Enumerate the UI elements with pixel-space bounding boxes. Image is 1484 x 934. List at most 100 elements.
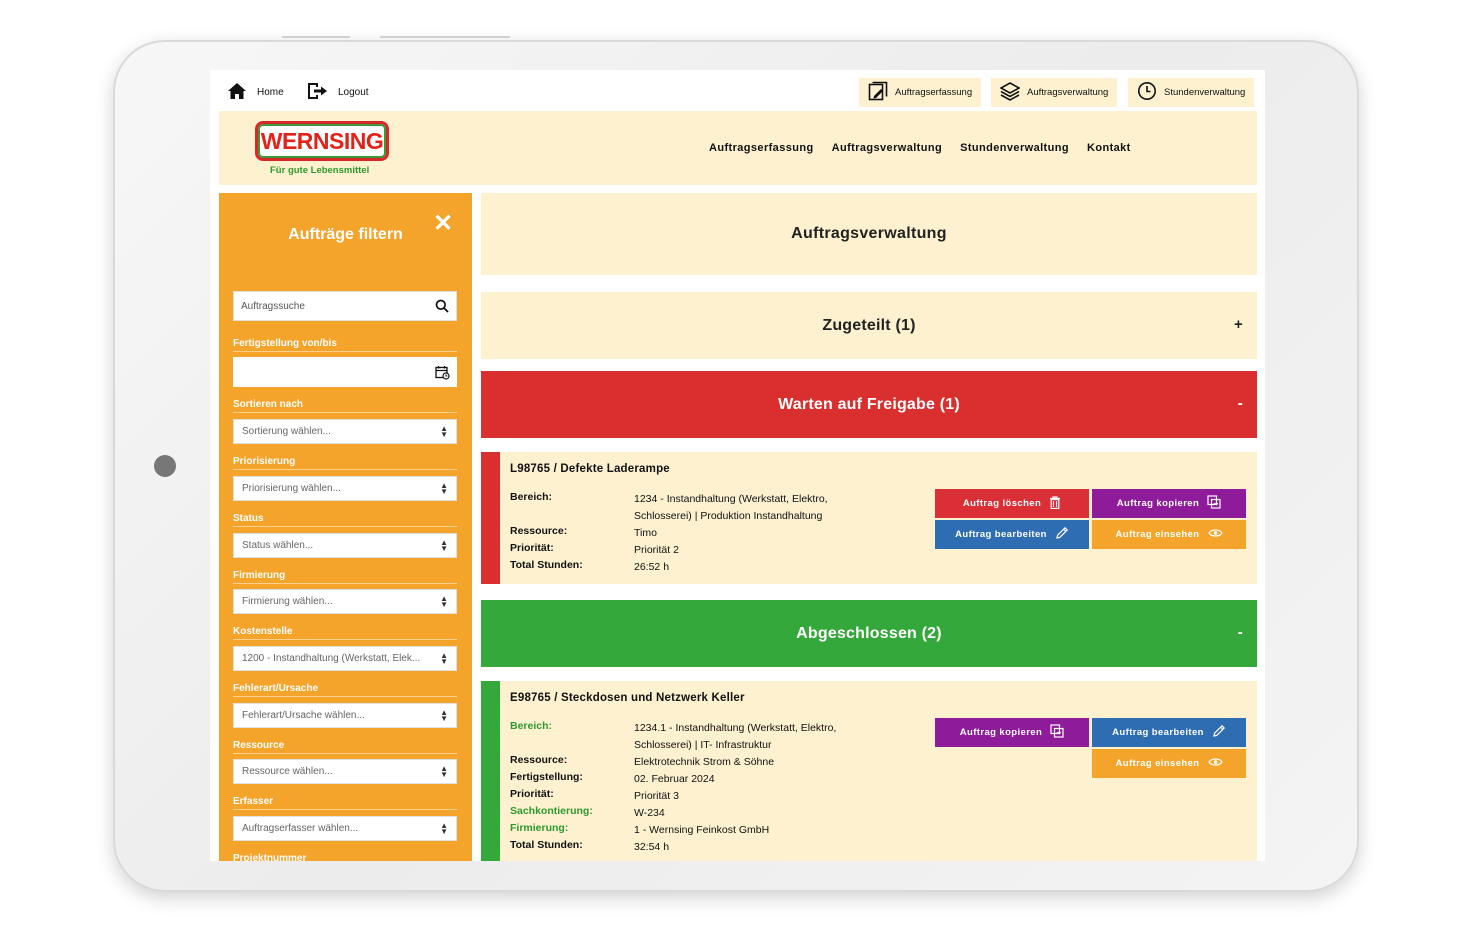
select-arrows-icon: ▲ ▼ [440,708,448,723]
firmierung-select[interactable]: Firmierung wählen... ▲ ▼ [233,589,457,614]
select-arrows-icon: ▲ ▼ [440,821,448,836]
filter-label-firmierung: Firmierung [233,570,457,584]
detail-row: Priorität: Priorität 3 [510,788,864,805]
nav-item-kontakt[interactable]: Kontakt [1087,142,1131,154]
detail-row: Bereich: 1234 - Instandhaltung (Werkstatt… [510,491,864,525]
status-stripe [481,681,500,861]
button-label: Auftrag kopieren [1116,498,1200,509]
edit-order-button[interactable]: Auftrag bearbeiten [1092,718,1246,747]
filter-label-projektnummer: Projektnummer [233,853,457,861]
filter-label-fehlerart: Fehlerart/Ursache [233,683,457,697]
collapse-toggle[interactable]: - [1238,624,1243,641]
section-warten-auf-freigabe[interactable]: Warten auf Freigabe (1) - [481,371,1257,438]
search-icon[interactable] [435,299,449,316]
priority-select[interactable]: Priorisierung wählen... ▲ ▼ [233,476,457,501]
detail-value: 1234.1 - Instandhaltung (Werkstatt, Elek… [634,722,837,751]
filter-sidebar: Aufträge filtern ✕ Auftragssuche Fertigs… [219,193,472,861]
detail-value: Timo [634,527,657,539]
detail-key: Bereich: [510,720,553,732]
section-label: Zugeteilt (1) [822,316,916,334]
order-title: E98765 / Steckdosen und Netzwerk Keller [510,692,745,704]
detail-row: Total Stunden: 32:54 h [510,839,864,856]
detail-key: Sachkontierung: [510,805,593,817]
status-stripe [481,452,500,584]
detail-key: Bereich: [510,491,553,503]
copy-icon [1207,495,1221,512]
select-arrows-icon: ▲ ▼ [440,651,448,666]
detail-row: Priorität: Priorität 2 [510,542,864,559]
filter-label-ressource: Ressource [233,740,457,754]
detail-value: 26:52 h [634,561,670,573]
select-value: Status wählen... [242,540,314,551]
date-range-label: Fertigstellung von/bis [233,338,457,352]
logout-link[interactable]: Logout [306,81,369,104]
search-placeholder: Auftragssuche [241,300,305,312]
home-link[interactable]: Home [227,81,284,104]
edit-order-button[interactable]: Auftrag bearbeiten [935,520,1089,549]
detail-value: Priorität 3 [634,790,679,802]
date-range-input[interactable] [233,357,457,387]
detail-key: Priorität: [510,542,554,554]
detail-row: Firmierung: 1 - Wernsing Feinkost GmbH [510,822,864,839]
status-select[interactable]: Status wählen... ▲ ▼ [233,533,457,558]
kostenstelle-select[interactable]: 1200 - Instandhaltung (Werkstatt, Elek..… [233,646,457,671]
detail-key: Firmierung: [510,822,569,834]
section-zugeteilt[interactable]: Zugeteilt (1) + [481,292,1257,359]
topbar-button-stundenverwaltung[interactable]: Stundenverwaltung [1128,78,1255,107]
detail-value: 1234 - Instandhaltung (Werkstatt, Elektr… [634,493,828,522]
copy-order-button[interactable]: Auftrag kopieren [1092,489,1246,518]
topbar-button-auftragsverwaltung[interactable]: Auftragsverwaltung [991,78,1118,107]
trash-icon [1049,495,1061,512]
select-arrows-icon: ▲ ▼ [440,481,448,496]
tablet-camera [154,455,176,477]
detail-value: 32:54 h [634,841,670,853]
detail-value: W-234 [634,807,665,819]
detail-key: Ressource: [510,754,568,766]
page-title: Auftragsverwaltung [481,193,1257,275]
sort-select[interactable]: Sortierung wählen... ▲ ▼ [233,419,457,444]
section-label: Abgeschlossen (2) [796,624,942,642]
select-value: Ressource wählen... [242,766,333,777]
detail-value: Priorität 2 [634,544,679,556]
topbar-button-label: Auftragsverwaltung [1027,87,1109,98]
fehlerart-select[interactable]: Fehlerart/Ursache wählen... ▲ ▼ [233,703,457,728]
close-icon[interactable]: ✕ [433,212,453,236]
layers-icon [999,81,1021,104]
main-nav: Auftragserfassung Auftragsverwaltung Stu… [709,142,1131,154]
logo-subtitle: Für gute Lebensmittel [270,165,370,176]
detail-row: Bereich: 1234.1 - Instandhaltung (Werksta… [510,720,864,754]
button-label: Auftrag bearbeiten [1112,727,1204,738]
detail-row: Total Stunden: 26:52 h [510,559,864,576]
logout-icon [306,81,328,104]
expand-toggle[interactable]: + [1234,316,1243,333]
delete-order-button[interactable]: Auftrag löschen [935,489,1089,518]
ressource-select[interactable]: Ressource wählen... ▲ ▼ [233,759,457,784]
section-label: Warten auf Freigabe (1) [778,395,960,413]
select-value: Sortierung wählen... [242,426,331,437]
copy-order-button[interactable]: Auftrag kopieren [935,718,1089,747]
topbar-button-auftragserfassung[interactable]: Auftragserfassung [859,78,982,107]
collapse-toggle[interactable]: - [1238,395,1243,412]
home-label: Home [257,87,284,98]
detail-key: Total Stunden: [510,839,583,851]
filter-label-status: Status [233,513,457,527]
logo-text: WERNSING [260,127,384,154]
site-header: WERNSING Für gute Lebensmittel Auftragse… [219,111,1257,185]
brand-logo[interactable]: WERNSING [255,121,389,161]
nav-item-auftragsverwaltung[interactable]: Auftragsverwaltung [832,142,943,154]
button-label: Auftrag kopieren [959,727,1043,738]
button-label: Auftrag einsehen [1115,758,1200,769]
tablet-edge [380,36,510,38]
pencil-icon [1212,724,1226,741]
view-order-button[interactable]: Auftrag einsehen [1092,749,1246,778]
search-input[interactable]: Auftragssuche [233,291,457,321]
calendar-icon[interactable] [435,365,450,385]
nav-item-auftragserfassung[interactable]: Auftragserfassung [709,142,814,154]
copy-icon [1050,724,1064,741]
erfasser-select[interactable]: Auftragserfasser wählen... ▲ ▼ [233,816,457,841]
section-abgeschlossen[interactable]: Abgeschlossen (2) - [481,600,1257,667]
nav-item-stundenverwaltung[interactable]: Stundenverwaltung [960,142,1069,154]
order-title: L98765 / Defekte Laderampe [510,463,670,475]
filter-label-erfasser: Erfasser [233,796,457,810]
view-order-button[interactable]: Auftrag einsehen [1092,520,1246,549]
